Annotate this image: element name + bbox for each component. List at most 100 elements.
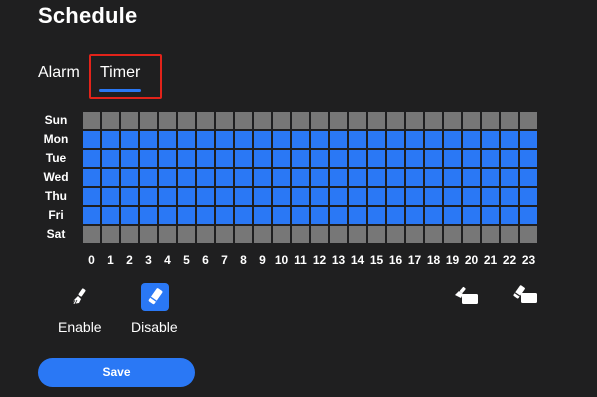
schedule-cell[interactable] [235,150,252,167]
schedule-cell[interactable] [254,226,271,243]
schedule-cell[interactable] [292,207,309,224]
schedule-cell[interactable] [235,131,252,148]
schedule-cell[interactable] [216,226,233,243]
schedule-cell[interactable] [273,131,290,148]
schedule-cell[interactable] [254,131,271,148]
schedule-cell[interactable] [368,188,385,205]
schedule-cell[interactable] [273,169,290,186]
schedule-cell[interactable] [387,188,404,205]
schedule-cell[interactable] [273,188,290,205]
schedule-cell[interactable] [311,112,328,129]
schedule-cell[interactable] [330,131,347,148]
schedule-cell[interactable] [140,169,157,186]
schedule-cell[interactable] [83,169,100,186]
schedule-cell[interactable] [273,226,290,243]
schedule-cell[interactable] [425,188,442,205]
schedule-cell[interactable] [406,188,423,205]
schedule-cell[interactable] [482,112,499,129]
schedule-cell[interactable] [216,188,233,205]
schedule-cell[interactable] [406,112,423,129]
schedule-cell[interactable] [159,169,176,186]
schedule-cell[interactable] [444,112,461,129]
schedule-cell[interactable] [159,112,176,129]
schedule-cell[interactable] [501,150,518,167]
schedule-cell[interactable] [83,112,100,129]
disable-tool-icon-wrap[interactable] [145,287,165,307]
schedule-cell[interactable] [216,131,233,148]
schedule-cell[interactable] [406,169,423,186]
schedule-cell[interactable] [368,226,385,243]
schedule-cell[interactable] [368,207,385,224]
schedule-cell[interactable] [501,226,518,243]
schedule-cell[interactable] [330,207,347,224]
schedule-cell[interactable] [349,188,366,205]
schedule-cell[interactable] [140,150,157,167]
schedule-cell[interactable] [235,226,252,243]
schedule-cell[interactable] [140,226,157,243]
schedule-cell[interactable] [83,226,100,243]
schedule-cell[interactable] [102,207,119,224]
schedule-cell[interactable] [520,131,537,148]
schedule-cell[interactable] [444,188,461,205]
schedule-cell[interactable] [368,150,385,167]
schedule-cell[interactable] [463,112,480,129]
schedule-cell[interactable] [425,112,442,129]
schedule-cell[interactable] [292,150,309,167]
schedule-cell[interactable] [425,207,442,224]
schedule-cell[interactable] [83,188,100,205]
schedule-cell[interactable] [83,207,100,224]
schedule-cell[interactable] [102,150,119,167]
disable-all-button[interactable] [512,285,538,305]
schedule-cell[interactable] [387,150,404,167]
schedule-cell[interactable] [463,131,480,148]
schedule-cell[interactable] [501,112,518,129]
schedule-cell[interactable] [83,150,100,167]
schedule-cell[interactable] [159,207,176,224]
schedule-cell[interactable] [368,131,385,148]
schedule-cell[interactable] [178,131,195,148]
schedule-cell[interactable] [254,150,271,167]
schedule-cell[interactable] [254,169,271,186]
schedule-cell[interactable] [520,112,537,129]
tab-alarm[interactable]: Alarm [38,63,80,83]
schedule-cell[interactable] [273,207,290,224]
schedule-cell[interactable] [463,226,480,243]
schedule-cell[interactable] [311,188,328,205]
schedule-cell[interactable] [216,150,233,167]
schedule-cell[interactable] [311,226,328,243]
schedule-cell[interactable] [254,188,271,205]
schedule-cell[interactable] [311,150,328,167]
schedule-cell[interactable] [387,131,404,148]
schedule-cell[interactable] [254,112,271,129]
schedule-cell[interactable] [140,188,157,205]
schedule-cell[interactable] [349,207,366,224]
schedule-cell[interactable] [501,188,518,205]
schedule-cell[interactable] [406,131,423,148]
schedule-cell[interactable] [520,150,537,167]
schedule-cell[interactable] [387,207,404,224]
schedule-cell[interactable] [216,207,233,224]
schedule-cell[interactable] [425,169,442,186]
schedule-cell[interactable] [102,131,119,148]
schedule-cell[interactable] [463,188,480,205]
schedule-cell[interactable] [406,226,423,243]
schedule-cell[interactable] [387,226,404,243]
schedule-cell[interactable] [235,112,252,129]
schedule-grid[interactable] [83,112,539,245]
schedule-cell[interactable] [292,226,309,243]
schedule-cell[interactable] [121,207,138,224]
schedule-cell[interactable] [349,112,366,129]
schedule-cell[interactable] [159,131,176,148]
schedule-cell[interactable] [501,131,518,148]
schedule-cell[interactable] [425,150,442,167]
schedule-cell[interactable] [330,226,347,243]
schedule-cell[interactable] [235,188,252,205]
schedule-cell[interactable] [140,112,157,129]
enable-all-button[interactable] [453,286,479,306]
enable-tool-button[interactable] [70,287,90,307]
schedule-cell[interactable] [121,169,138,186]
schedule-cell[interactable] [520,169,537,186]
schedule-cell[interactable] [311,169,328,186]
schedule-cell[interactable] [387,112,404,129]
schedule-cell[interactable] [159,226,176,243]
